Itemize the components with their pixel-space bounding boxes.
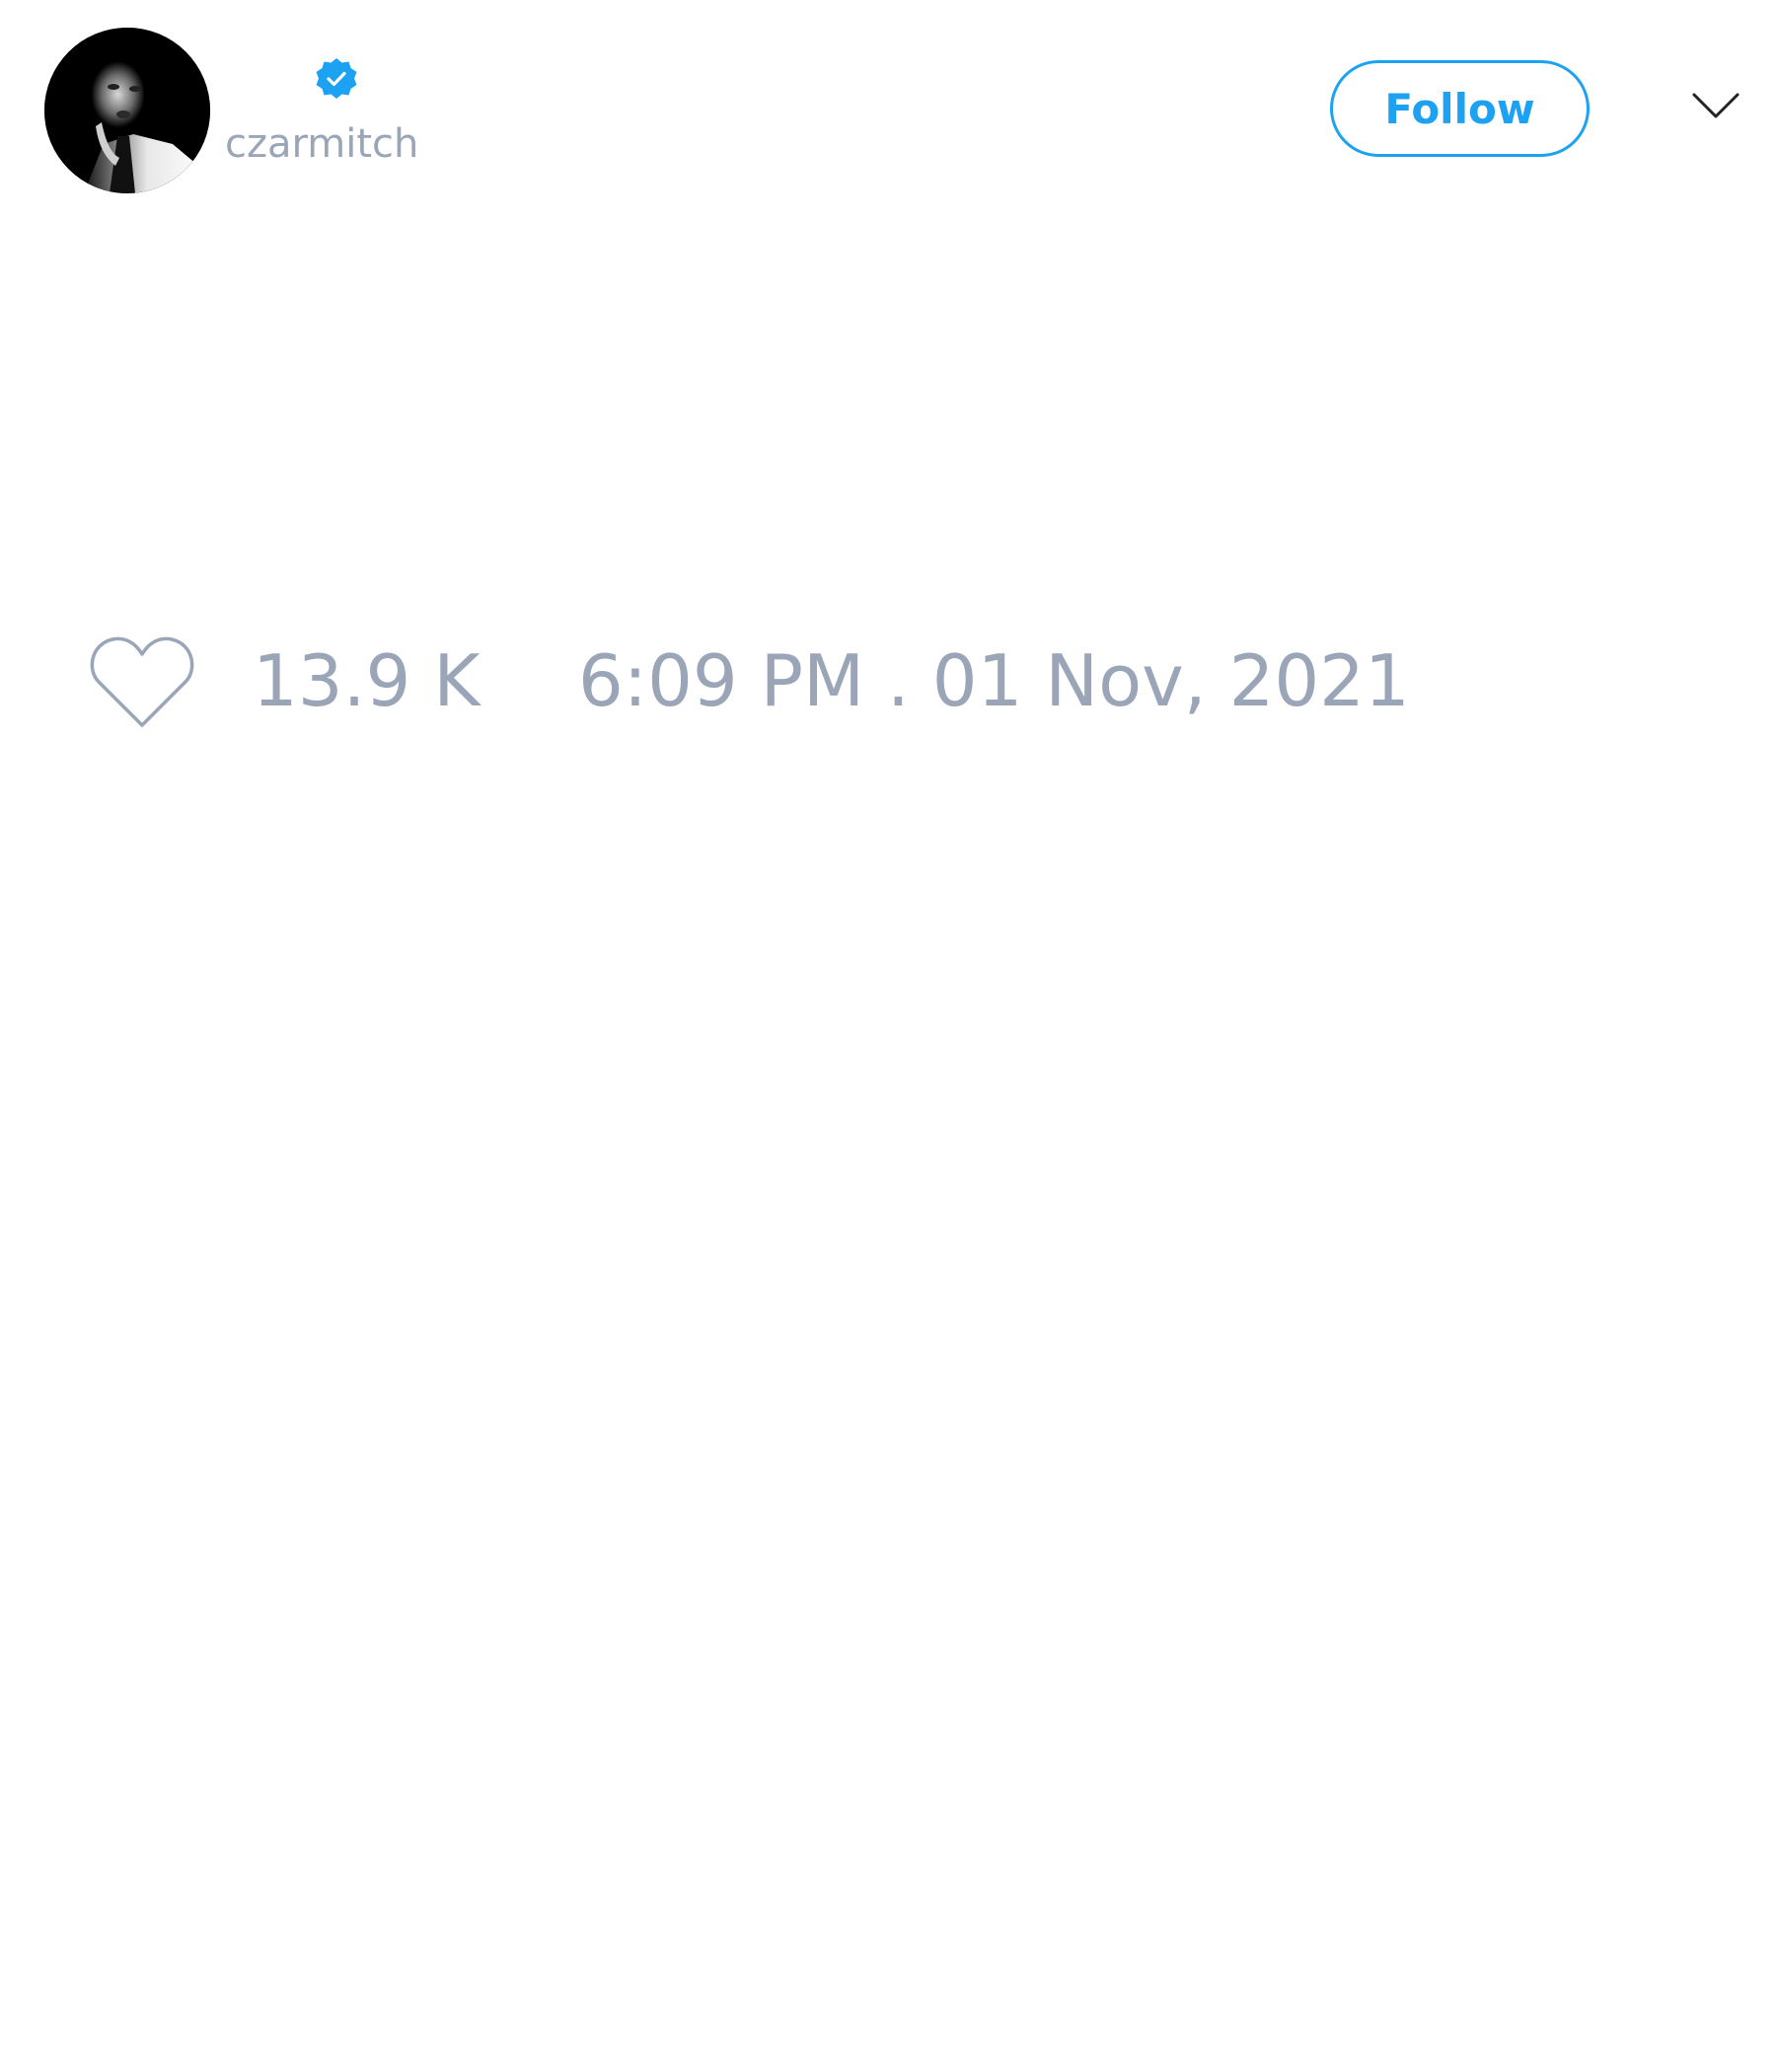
chevron-down-icon[interactable] bbox=[1691, 91, 1740, 120]
tweet-card: czarmitch Follow 13.9 K 6:09 PM . 01 Nov… bbox=[0, 0, 1776, 2072]
verified-badge-icon bbox=[314, 57, 359, 103]
follow-button[interactable]: Follow bbox=[1330, 60, 1590, 157]
tweet-timestamp[interactable]: 6:09 PM . 01 Nov, 2021 bbox=[578, 645, 1410, 716]
avatar[interactable] bbox=[44, 28, 210, 193]
author-handle[interactable]: czarmitch bbox=[225, 124, 418, 164]
like-count: 13.9 K bbox=[253, 639, 481, 722]
avatar-photo bbox=[44, 28, 210, 193]
heart-outline-icon[interactable] bbox=[89, 634, 195, 729]
